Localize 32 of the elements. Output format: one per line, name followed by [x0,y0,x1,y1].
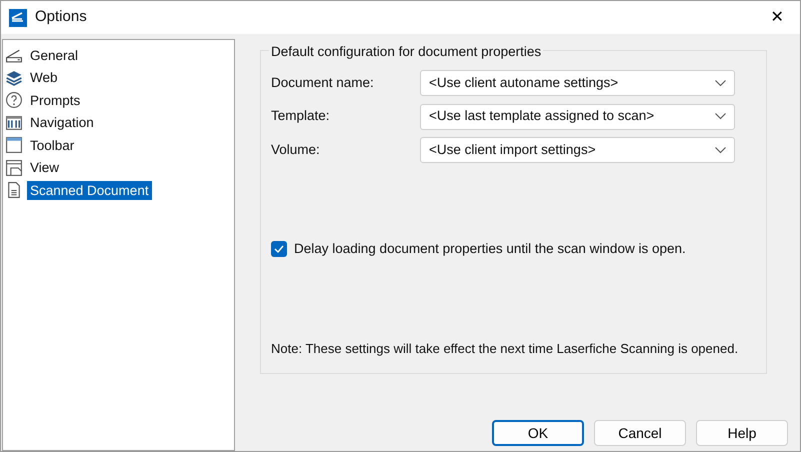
chevron-icon [715,146,726,154]
close-button[interactable]: ✕ [762,6,792,30]
field-label: Volume: [271,140,321,159]
tree-item[interactable]: Navigation [27,113,97,132]
field-label: Template: [271,107,331,126]
app-icon [9,8,27,26]
layers-icon [5,68,23,87]
navigation-icon [5,114,23,132]
checkbox[interactable] [271,240,287,257]
toolbar-icon [5,136,23,154]
tree-item[interactable]: Prompts [27,90,84,110]
document-icon [5,181,23,200]
dialog-button[interactable]: Cancel [594,420,686,446]
tree-item[interactable]: Scanned Document [27,180,152,200]
tree-item[interactable]: Web [27,68,61,88]
view-icon [5,158,23,177]
checkbox-label[interactable]: Delay loading document properties until the scan window is open. [294,238,686,259]
dialog-button[interactable]: OK [492,420,584,446]
dropdown[interactable]: <Use last template assigned to scan> [420,104,735,130]
question-icon [5,91,23,110]
tree-item[interactable]: View [27,158,62,178]
dropdown[interactable]: <Use client autoname settings> [420,70,735,96]
dialog-button[interactable]: Help [696,420,788,446]
check-icon [274,244,284,253]
tree-item[interactable]: Toolbar [27,136,78,155]
chevron-icon [715,113,726,120]
dropdown[interactable]: <Use client import settings> [420,137,735,163]
tree-item[interactable]: General [27,46,82,65]
window-title: Options [35,7,87,28]
field-label: Document name: [271,74,375,92]
note-text: Note: These settings will take effect the next time Laserfiche Scanning is opened. [271,340,740,358]
chevron-icon [715,80,726,86]
